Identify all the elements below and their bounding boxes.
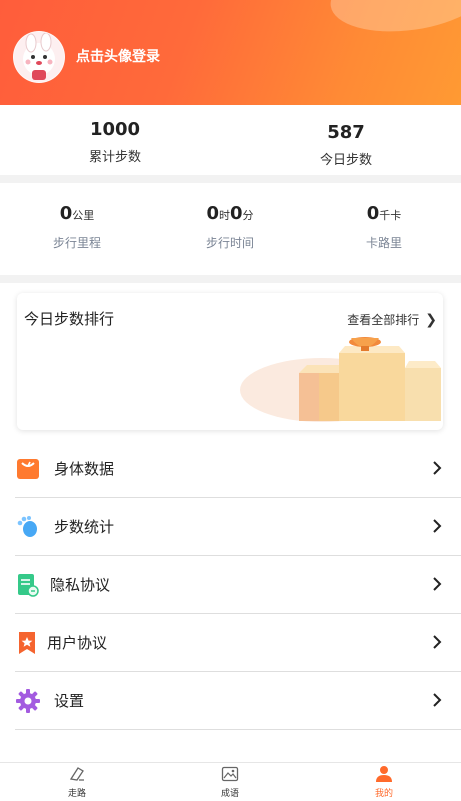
chevron-right-icon bbox=[433, 635, 442, 649]
profile-header: 点击头像登录 bbox=[0, 0, 461, 105]
total-steps-label: 累计步数 bbox=[88, 150, 141, 165]
distance-unit: 公里 bbox=[72, 209, 95, 222]
calories-label: 卡路里 bbox=[365, 236, 402, 250]
distance-label: 步行里程 bbox=[52, 236, 101, 250]
menu-item-user-agreement[interactable]: 用户协议 bbox=[15, 614, 461, 672]
time-minutes: 0 bbox=[230, 203, 243, 224]
tab-walk[interactable]: 走路 bbox=[47, 765, 107, 799]
menu-item-label: 步数统计 bbox=[54, 518, 115, 536]
tab-label: 成语 bbox=[220, 789, 239, 799]
menu-item-label: 隐私协议 bbox=[50, 576, 111, 594]
tab-label: 走路 bbox=[67, 789, 86, 799]
time-hours: 0 bbox=[206, 203, 219, 224]
image-icon bbox=[200, 765, 260, 783]
time-hours-unit: 时 bbox=[219, 209, 230, 222]
tab-label: 我的 bbox=[374, 789, 393, 799]
ranking-title: 今日步数排行 bbox=[24, 310, 115, 328]
tab-idioms[interactable]: 成语 bbox=[200, 765, 260, 799]
step-summary: 1000 累计步数 587 今日步数 bbox=[0, 105, 461, 175]
login-prompt[interactable]: 点击头像登录 bbox=[76, 46, 160, 66]
view-all-ranking-link[interactable]: 查看全部排行 ❯ bbox=[347, 311, 437, 328]
calories-unit: 千卡 bbox=[379, 209, 402, 222]
menu-item-label: 设置 bbox=[54, 692, 85, 710]
walk-icon bbox=[47, 765, 107, 783]
distance-value: 0 bbox=[59, 203, 73, 224]
menu-item-settings[interactable]: 设置 bbox=[15, 672, 461, 730]
bottom-tab-bar: 走路 成语 我的 bbox=[0, 762, 461, 801]
distance-stat: 0公里 步行里程 bbox=[12, 203, 142, 251]
section-divider bbox=[0, 175, 461, 183]
total-steps-value: 1000 bbox=[89, 119, 141, 140]
avatar[interactable] bbox=[13, 31, 65, 83]
time-stat: 0时0分 步行时间 bbox=[165, 203, 295, 251]
chevron-right-icon bbox=[433, 693, 442, 707]
footprints-icon bbox=[16, 515, 40, 539]
today-steps-value: 587 bbox=[327, 122, 365, 143]
ranking-card[interactable]: 今日步数排行 查看全部排行 ❯ bbox=[17, 293, 443, 430]
time-minutes-unit: 分 bbox=[242, 209, 254, 222]
bookmark-star-icon bbox=[16, 631, 40, 655]
scale-icon bbox=[16, 457, 40, 481]
menu-item-label: 身体数据 bbox=[54, 460, 115, 478]
tab-mine[interactable]: 我的 bbox=[354, 765, 414, 799]
calories-stat: 0千卡 卡路里 bbox=[319, 203, 449, 251]
menu-item-step-stats[interactable]: 步数统计 bbox=[15, 498, 461, 556]
menu-item-body-data[interactable]: 身体数据 bbox=[15, 440, 461, 498]
today-steps-stat: 587 今日步数 bbox=[266, 122, 426, 168]
total-steps-stat: 1000 累计步数 bbox=[35, 119, 195, 165]
chevron-right-icon: ❯ bbox=[425, 312, 437, 328]
document-icon bbox=[16, 573, 40, 597]
section-divider bbox=[0, 275, 461, 283]
time-label: 步行时间 bbox=[205, 236, 254, 250]
chevron-right-icon bbox=[433, 461, 442, 475]
person-icon bbox=[354, 765, 414, 783]
chevron-right-icon bbox=[433, 577, 442, 591]
podium-illustration bbox=[240, 337, 441, 422]
menu-item-privacy-policy[interactable]: 隐私协议 bbox=[15, 556, 461, 614]
header-glow bbox=[325, 0, 461, 41]
today-steps-label: 今日步数 bbox=[319, 153, 372, 168]
gear-icon bbox=[16, 688, 40, 713]
view-all-ranking-label: 查看全部排行 bbox=[347, 313, 420, 327]
calories-value: 0 bbox=[366, 203, 380, 224]
menu-list: 身体数据 步数统计 隐私协议 用户协议 设置 bbox=[15, 440, 461, 730]
chevron-right-icon bbox=[433, 519, 442, 533]
menu-item-label: 用户协议 bbox=[47, 634, 108, 652]
